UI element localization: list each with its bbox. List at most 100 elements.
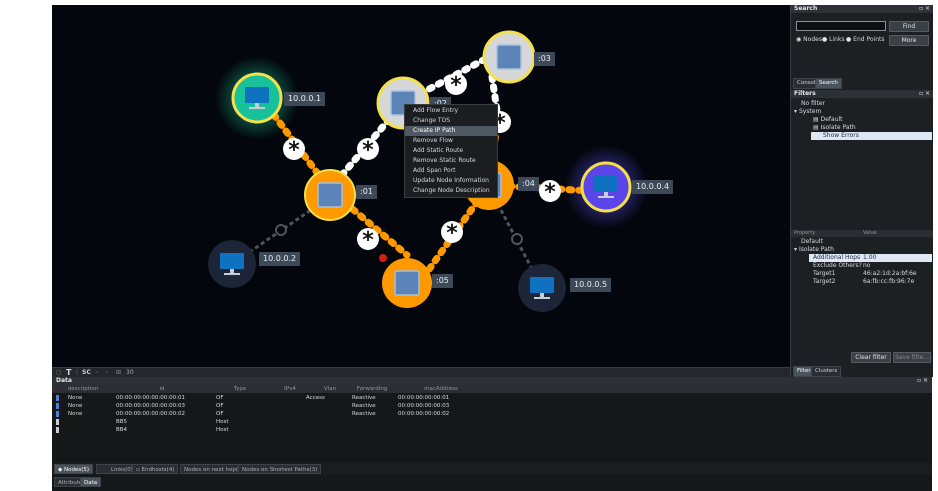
column-header-id[interactable]: id <box>114 385 211 393</box>
error-marker-icon <box>379 254 387 262</box>
data-panel-title: Data ▫ × <box>52 377 932 385</box>
filter-tree-item-show-errors[interactable]: Show Errors <box>811 132 932 140</box>
expand-arrow-icon[interactable]: ▾ <box>794 246 797 253</box>
tab-nodes[interactable]: ◆ Nodes(5) <box>54 464 93 474</box>
save-filter-button[interactable]: Save filte... <box>893 352 931 363</box>
cell-description: None <box>68 403 83 409</box>
cell-type: OF <box>216 403 224 409</box>
search-option-end-points[interactable]: ● End Points <box>846 36 885 44</box>
property-table-header: Property Value <box>791 230 933 237</box>
host-node-2[interactable] <box>208 240 256 288</box>
switch-row-icon <box>56 411 59 417</box>
monitor-icon <box>220 253 244 269</box>
cell-type: Host <box>216 419 229 425</box>
cell-id: 00:00:00:00:00:00:00:02 <box>116 411 185 417</box>
data-tabs-bar: ◆ Nodes(5) Links(0) ▫ Endhosts(4) Nodes … <box>52 463 932 475</box>
search-option-links[interactable]: ● Links <box>822 36 845 44</box>
switch-node-03[interactable] <box>482 30 536 84</box>
prop-label: Target2 <box>813 278 836 285</box>
find-button[interactable]: Find <box>889 21 929 32</box>
host-row-icon <box>56 427 59 433</box>
property-row-default[interactable]: Default <box>801 238 823 246</box>
tree-label: System <box>798 108 822 115</box>
cell-id: 00:00:00:00:00:00:00:01 <box>116 395 185 401</box>
cell-forwarding: Reactive <box>352 403 376 409</box>
column-header-description[interactable]: description <box>52 385 115 393</box>
asterisk-badge-icon: * <box>357 228 379 253</box>
tab-clusters[interactable]: Clusters <box>811 366 842 377</box>
document-icon: ▤ <box>813 124 819 131</box>
cell-vlan: Access <box>306 395 325 401</box>
tab-endhosts[interactable]: ▫ Endhosts(4) <box>132 464 179 474</box>
expand-arrow-icon[interactable]: ▾ <box>794 108 797 115</box>
node-label-10-0-0-2: 10.0.0.2 <box>259 252 301 266</box>
filter-tree-item[interactable]: No filter <box>801 100 825 108</box>
filter-tree-item-default[interactable]: ▤ Default <box>813 116 843 124</box>
menu-item-add-static-route[interactable]: Add Static Route <box>405 146 497 156</box>
switch-icon <box>394 270 420 296</box>
host-node-1[interactable] <box>231 72 283 124</box>
panel-float-close-icon[interactable]: ▫ × <box>919 5 930 13</box>
cell-id: 00:00:00:00:00:00:00:03 <box>116 403 185 409</box>
column-header-ipv4[interactable]: IPv4 <box>270 385 311 393</box>
cell-type: OF <box>216 411 224 417</box>
clear-filter-button[interactable]: Clear filter <box>851 352 891 363</box>
tab-links[interactable]: Links(0) <box>96 464 137 474</box>
column-header-vlan[interactable]: Vlan <box>310 385 351 393</box>
node-label-04: :04 <box>518 177 539 191</box>
search-option-label: Nodes <box>803 36 822 43</box>
filter-tree-item-system[interactable]: ▾ System <box>794 108 821 116</box>
switch-node-05[interactable] <box>382 258 432 308</box>
prop-label: Additional Hops <box>813 254 861 261</box>
menu-item-add-span-port[interactable]: Add Span Port <box>405 166 497 176</box>
prop-label: Isolate Path <box>798 246 834 253</box>
cell-mac: 00:00:00:00:00:03 <box>398 403 450 409</box>
filters-panel-title: Filters ▫ × <box>791 90 933 98</box>
search-input[interactable] <box>796 21 886 31</box>
more-button[interactable]: More <box>889 35 929 46</box>
column-header-forwarding[interactable]: Forwarding <box>350 385 395 393</box>
node-label-05: :05 <box>432 274 453 288</box>
search-option-nodes[interactable]: ◉ Nodes <box>796 36 822 44</box>
host-node-5[interactable] <box>518 264 566 312</box>
tab-nodes-shortest-paths[interactable]: Nodes on Shortest Paths(3) <box>238 464 322 474</box>
filter-tree-item-isolate-path[interactable]: ▤ Isolate Path <box>813 124 856 132</box>
property-row-isolate-path[interactable]: ▾ Isolate Path <box>794 246 834 254</box>
tab-data[interactable]: Data <box>80 477 102 487</box>
asterisk-badge-icon: * <box>283 138 305 163</box>
menu-item-change-tos[interactable]: Change TOS <box>405 116 497 126</box>
search-title-text: Search <box>794 5 818 12</box>
asterisk-badge-icon: * <box>539 180 561 205</box>
column-header-type[interactable]: Type <box>210 385 271 393</box>
prop-value[interactable]: 6a:fb:cc:fb:96:7e <box>863 278 914 286</box>
topology-canvas[interactable]: * * * * * * * 10.0.0.1 10.0.0.2 10.0.0.4… <box>52 5 790 367</box>
monitor-icon <box>245 87 269 103</box>
data-title-text: Data <box>56 377 72 384</box>
node-context-menu: Add Flow Entry Change TOS Create IP Path… <box>404 104 498 198</box>
prop-value[interactable]: no <box>863 262 870 270</box>
menu-item-remove-flow[interactable]: Remove Flow <box>405 136 497 146</box>
menu-item-create-ip-path[interactable]: Create IP Path <box>405 126 497 136</box>
column-header-macaddress[interactable]: macAddress <box>394 385 489 393</box>
svg-text:*: * <box>446 221 458 246</box>
host-node-4[interactable] <box>580 161 632 213</box>
menu-item-add-flow-entry[interactable]: Add Flow Entry <box>405 106 497 116</box>
host-row-icon <box>56 419 59 425</box>
panel-float-close-icon[interactable]: ▫ × <box>917 377 928 385</box>
node-label-10-0-0-1: 10.0.0.1 <box>284 92 326 106</box>
search-option-label: Links <box>829 36 845 43</box>
node-label-01: :01 <box>356 185 377 199</box>
switch-icon <box>496 44 522 70</box>
menu-item-remove-static-route[interactable]: Remove Static Route <box>405 156 497 166</box>
prop-value[interactable]: 46:a2:1d:2a:bf:6e <box>863 270 917 278</box>
tree-label: Isolate Path <box>820 124 856 131</box>
node-label-03: :03 <box>534 52 555 66</box>
menu-item-update-node-information[interactable]: Update Node Information <box>405 176 497 186</box>
menu-item-change-node-description[interactable]: Change Node Description <box>405 186 497 196</box>
panel-float-close-icon[interactable]: ▫ × <box>919 90 930 98</box>
switch-node-01[interactable] <box>304 169 356 221</box>
prop-label: Target1 <box>813 270 836 277</box>
tab-search[interactable]: Search <box>815 78 842 89</box>
svg-text:*: * <box>544 180 556 205</box>
prop-value[interactable]: 1.00 <box>863 254 876 262</box>
